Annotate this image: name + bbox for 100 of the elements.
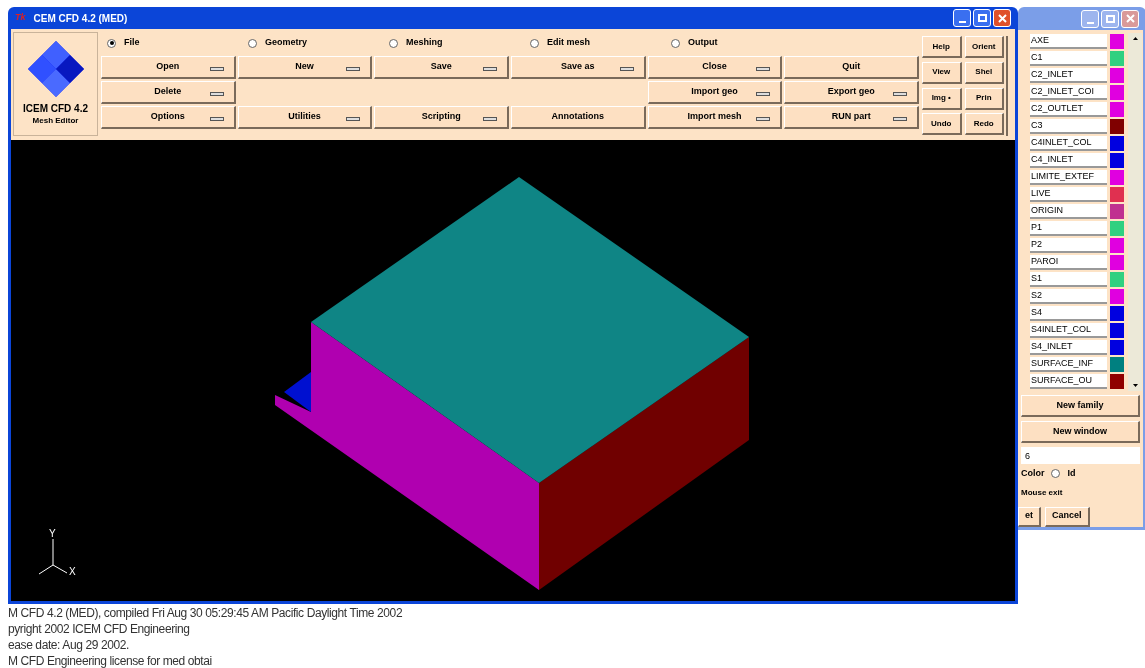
- family-name[interactable]: SURFACE_INF: [1030, 356, 1107, 372]
- menu-button[interactable]: Save: [374, 56, 509, 79]
- color-swatch[interactable]: [1110, 84, 1124, 100]
- toolbar-button[interactable]: Quit: [784, 56, 919, 79]
- menu-indicator-icon: [209, 92, 224, 96]
- menu-indicator-icon: [209, 67, 224, 71]
- color-swatch[interactable]: [1110, 339, 1124, 355]
- color-swatch[interactable]: [1110, 356, 1124, 372]
- close-button[interactable]: [993, 9, 1011, 27]
- menu-button[interactable]: Options: [101, 106, 236, 129]
- side-button[interactable]: Img •: [922, 87, 962, 110]
- scroll-down-icon: [1132, 384, 1138, 387]
- menu-indicator-icon: [209, 117, 224, 121]
- maximize-button[interactable]: [973, 9, 991, 27]
- family-name[interactable]: AXE: [1030, 33, 1107, 49]
- radio-button[interactable]: [107, 38, 116, 48]
- side-button[interactable]: Orient: [964, 36, 1004, 58]
- window-title: CEM CFD 4.2 (MED): [33, 11, 128, 26]
- side-button[interactable]: Redo: [964, 113, 1004, 136]
- family-name[interactable]: C4INLET_COL: [1030, 135, 1107, 151]
- menu-button[interactable]: New: [237, 56, 373, 79]
- side-button[interactable]: Undo: [922, 113, 962, 136]
- side-button[interactable]: Shel: [964, 61, 1004, 84]
- menu-button[interactable]: Scripting: [374, 106, 509, 129]
- menu-button[interactable]: Delete: [101, 81, 236, 104]
- console-line: M CFD Engineering license for med obtai: [8, 653, 213, 668]
- family-name[interactable]: C2_INLET: [1030, 67, 1107, 83]
- radio-label: File: [124, 36, 140, 50]
- color-swatch[interactable]: [1110, 33, 1124, 49]
- family-name[interactable]: S4: [1030, 305, 1107, 321]
- family-name[interactable]: P2: [1030, 237, 1107, 253]
- color-swatch[interactable]: [1110, 118, 1124, 134]
- radio-button[interactable]: [530, 38, 539, 48]
- family-name[interactable]: C4_INLET: [1030, 152, 1107, 168]
- maximize-button[interactable]: [1101, 9, 1119, 28]
- family-name[interactable]: LIMITE_EXTEF: [1030, 169, 1107, 185]
- close-icon: [1125, 14, 1135, 23]
- menu-button[interactable]: RUN part: [784, 106, 919, 129]
- color-swatch[interactable]: [1110, 220, 1124, 236]
- panel-button[interactable]: New window: [1021, 421, 1140, 443]
- side-button[interactable]: Help: [922, 36, 962, 58]
- color-swatch[interactable]: [1110, 186, 1124, 202]
- minimize-button[interactable]: [1081, 9, 1099, 28]
- radio-label: Id: [1067, 467, 1076, 480]
- menu-indicator-icon: [756, 92, 771, 96]
- family-name[interactable]: C3: [1030, 118, 1107, 134]
- side-button[interactable]: Prin: [964, 87, 1004, 110]
- minimize-button[interactable]: [953, 9, 971, 27]
- dialog-button[interactable]: Cancel: [1045, 506, 1090, 527]
- family-name[interactable]: LIVE: [1030, 186, 1107, 202]
- menu-button[interactable]: Export geo: [784, 81, 919, 104]
- menu-button[interactable]: Import mesh: [647, 106, 783, 129]
- toolbar-button[interactable]: Annotations: [511, 106, 646, 129]
- family-name[interactable]: SURFACE_OU: [1030, 373, 1107, 389]
- menu-button[interactable]: Save as: [511, 56, 646, 79]
- family-name[interactable]: PAROI: [1030, 254, 1107, 270]
- radio-button[interactable]: [389, 38, 398, 48]
- color-swatch[interactable]: [1110, 50, 1124, 66]
- radio-button[interactable]: [1050, 469, 1060, 479]
- panel-button[interactable]: New family: [1021, 395, 1140, 417]
- family-name[interactable]: C1: [1030, 50, 1107, 66]
- family-name[interactable]: C2_INLET_COI: [1030, 84, 1107, 100]
- menu-button[interactable]: Import geo: [647, 81, 783, 104]
- color-swatch[interactable]: [1110, 152, 1124, 168]
- color-swatch[interactable]: [1110, 305, 1124, 321]
- color-swatch[interactable]: [1110, 322, 1124, 338]
- menu-indicator-icon: [756, 67, 771, 71]
- color-swatch[interactable]: [1110, 135, 1124, 151]
- family-name[interactable]: S1: [1030, 271, 1107, 287]
- dialog-button[interactable]: et: [1018, 506, 1041, 527]
- color-swatch[interactable]: [1110, 373, 1124, 389]
- color-swatch[interactable]: [1110, 101, 1124, 117]
- close-button[interactable]: [1121, 9, 1139, 28]
- radio-label: Geometry: [265, 36, 308, 50]
- menu-indicator-icon: [619, 67, 634, 71]
- menu-button[interactable]: Utilities: [237, 106, 373, 129]
- diamond-logo-icon: [27, 41, 84, 97]
- scrollbar[interactable]: [1128, 33, 1142, 391]
- console-line: ease date: Aug 29 2002.: [8, 637, 130, 653]
- color-swatch[interactable]: [1110, 271, 1124, 287]
- radio-button[interactable]: [671, 38, 680, 48]
- menu-button[interactable]: Open: [101, 56, 236, 79]
- color-swatch[interactable]: [1110, 254, 1124, 270]
- color-swatch[interactable]: [1110, 203, 1124, 219]
- radio-button[interactable]: [248, 38, 257, 48]
- color-swatch[interactable]: [1110, 237, 1124, 253]
- input-field[interactable]: 6: [1021, 447, 1140, 464]
- color-swatch[interactable]: [1110, 288, 1124, 304]
- color-swatch[interactable]: [1110, 67, 1124, 83]
- menu-button[interactable]: Close: [647, 56, 783, 79]
- family-name[interactable]: P1: [1030, 220, 1107, 236]
- menu-indicator-icon: [756, 117, 771, 121]
- family-name[interactable]: S4_INLET: [1030, 339, 1107, 355]
- menu-indicator-icon: [346, 117, 361, 121]
- color-swatch[interactable]: [1110, 169, 1124, 185]
- family-name[interactable]: C2_OUTLET: [1030, 101, 1107, 117]
- family-name[interactable]: S2: [1030, 288, 1107, 304]
- family-name[interactable]: ORIGIN: [1030, 203, 1107, 219]
- family-name[interactable]: S4INLET_COL: [1030, 322, 1107, 338]
- side-button[interactable]: View: [922, 61, 962, 84]
